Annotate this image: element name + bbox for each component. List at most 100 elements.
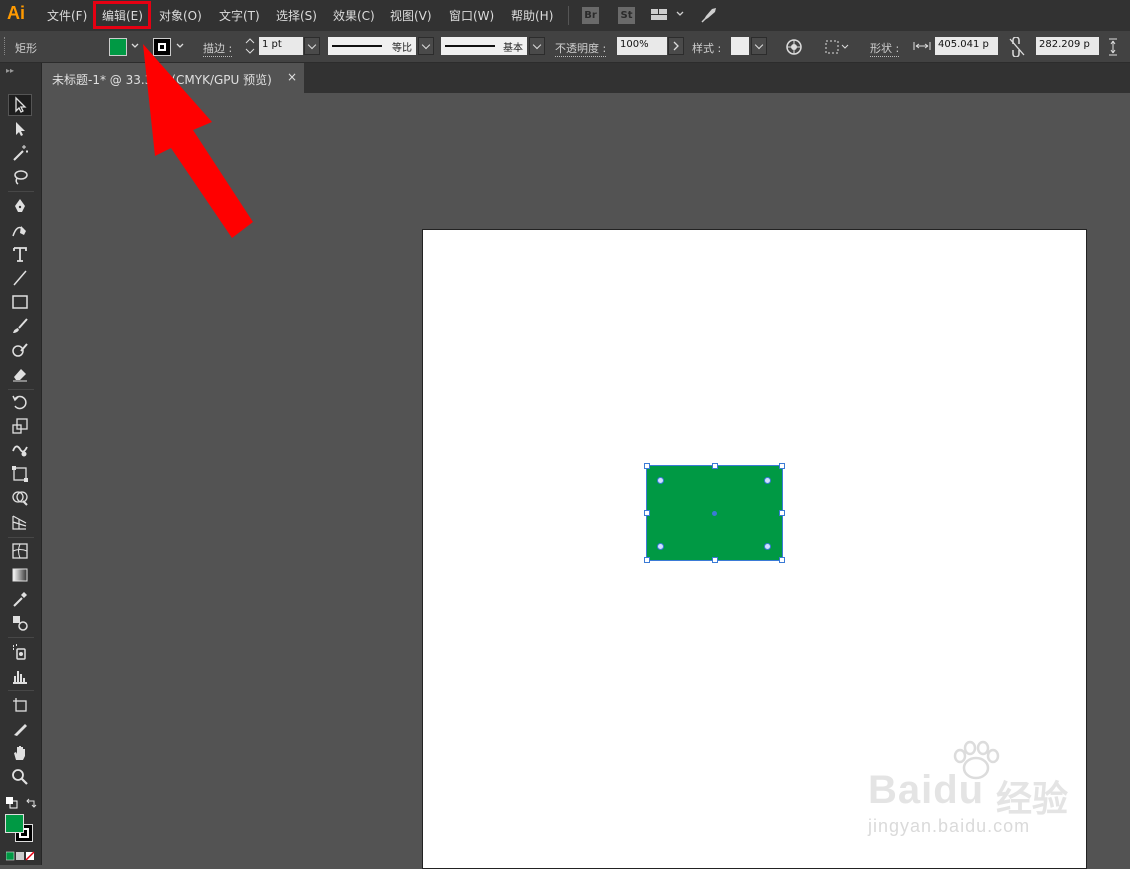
document-tab-title: 未标题-1* @ 33.3 % (CMYK/GPU 预览)	[52, 73, 272, 87]
rotate-tool-icon[interactable]	[8, 391, 32, 413]
stroke-label[interactable]: 描边 :	[203, 40, 233, 57]
tools-panel: ▸▸	[0, 63, 42, 865]
eyedropper-icon[interactable]	[8, 588, 32, 610]
bridge-button[interactable]: Br	[582, 7, 599, 24]
warp-tool-icon[interactable]	[8, 439, 32, 461]
workspace-layout-icon[interactable]	[651, 8, 685, 25]
document-tab[interactable]: 未标题-1* @ 33.3 % (CMYK/GPU 预览) ×	[42, 63, 304, 93]
shaper-tool-icon[interactable]	[8, 339, 32, 361]
selection-handle-right[interactable]	[779, 510, 785, 516]
control-bar: 矩形 描边 : 1 pt 等比 基本 不透明度 : 100% 样式 : 形状 :…	[0, 31, 1130, 63]
selection-handle-top-right[interactable]	[779, 463, 785, 469]
color-mode-buttons[interactable]	[5, 850, 36, 864]
profile-dropdown[interactable]	[418, 37, 434, 55]
menu-bar: Ai 文件(F) 编辑(E) 对象(O) 文字(T) 选择(S) 效果(C) 视…	[0, 0, 1130, 31]
height-input[interactable]: 282.209 p	[1036, 37, 1099, 55]
corner-widget-top-right[interactable]	[764, 477, 771, 484]
control-grip	[4, 37, 7, 55]
document-tab-bar: 未标题-1* @ 33.3 % (CMYK/GPU 预览) ×	[42, 63, 1130, 93]
center-point	[712, 511, 717, 516]
selection-handle-left[interactable]	[644, 510, 650, 516]
fill-color-box[interactable]	[5, 814, 24, 833]
menu-window[interactable]: 窗口(W)	[449, 7, 494, 24]
line-tool-icon[interactable]	[8, 267, 32, 289]
variable-width-profile[interactable]: 等比	[328, 37, 416, 55]
swap-fill-stroke-icon[interactable]	[25, 797, 37, 812]
brush-label: 基本	[503, 43, 523, 54]
menu-separator	[568, 6, 569, 25]
free-transform-icon[interactable]	[8, 463, 32, 485]
direct-selection-tool-icon[interactable]	[8, 118, 32, 140]
brush-dropdown[interactable]	[529, 37, 545, 55]
scale-tool-icon[interactable]	[8, 415, 32, 437]
slice-tool-icon[interactable]	[8, 718, 32, 740]
selection-handle-top[interactable]	[712, 463, 718, 469]
default-fill-stroke-icon[interactable]	[6, 797, 18, 812]
opacity-arrow-button[interactable]	[668, 37, 684, 55]
hand-tool-icon[interactable]	[8, 742, 32, 764]
corner-widget-top-left[interactable]	[657, 477, 664, 484]
graphic-style-swatch[interactable]	[731, 37, 749, 55]
stroke-dropdown-chevron-icon[interactable]	[175, 40, 185, 54]
watermark-cn: 经验	[996, 779, 1069, 820]
curvature-tool-icon[interactable]	[8, 219, 32, 241]
panel-collapse-icon[interactable]: ▸▸	[6, 66, 14, 75]
height-icon	[1107, 38, 1119, 59]
opacity-label[interactable]: 不透明度 :	[555, 40, 607, 57]
selection-handle-bottom[interactable]	[712, 557, 718, 563]
menu-select[interactable]: 选择(S)	[276, 7, 317, 24]
shape-builder-icon[interactable]	[8, 487, 32, 509]
selection-handle-bottom-right[interactable]	[779, 557, 785, 563]
blend-tool-icon[interactable]	[8, 612, 32, 634]
rocket-icon[interactable]	[700, 6, 718, 27]
menu-object[interactable]: 对象(O)	[159, 7, 202, 24]
eraser-icon[interactable]	[8, 363, 32, 385]
menu-file[interactable]: 文件(F)	[47, 7, 87, 24]
zoom-tool-icon[interactable]	[8, 766, 32, 788]
pen-tool-icon[interactable]	[8, 195, 32, 217]
menu-view[interactable]: 视图(V)	[390, 7, 432, 24]
corner-widget-bottom-left[interactable]	[657, 543, 664, 550]
gradient-tool-icon[interactable]	[8, 564, 32, 586]
corner-widget-bottom-right[interactable]	[764, 543, 771, 550]
brush-definition[interactable]: 基本	[441, 37, 527, 55]
watermark-brand: Baidu	[868, 768, 985, 812]
selection-handle-bottom-left[interactable]	[644, 557, 650, 563]
stroke-stepper-icon[interactable]	[244, 37, 256, 58]
mesh-tool-icon[interactable]	[8, 540, 32, 562]
perspective-grid-icon[interactable]	[8, 511, 32, 533]
menu-help[interactable]: 帮助(H)	[511, 7, 553, 24]
symbol-sprayer-icon[interactable]	[8, 641, 32, 663]
width-icon	[913, 40, 931, 55]
watermark-url: jingyan.baidu.com	[868, 816, 1031, 836]
menu-effect[interactable]: 效果(C)	[333, 7, 375, 24]
app-logo: Ai	[7, 3, 25, 23]
style-label: 样式 :	[692, 42, 722, 55]
stroke-weight-dropdown[interactable]	[304, 37, 320, 55]
style-dropdown[interactable]	[751, 37, 767, 55]
paintbrush-icon[interactable]	[8, 315, 32, 337]
menu-edit-highlight-box	[93, 1, 151, 29]
menu-type[interactable]: 文字(T)	[219, 7, 260, 24]
type-tool-icon[interactable]	[8, 243, 32, 265]
magic-wand-icon[interactable]	[8, 142, 32, 164]
selection-tool-icon[interactable]	[8, 94, 32, 116]
column-graph-icon[interactable]	[8, 665, 32, 687]
recolor-artwork-icon[interactable]	[785, 38, 803, 59]
stroke-swatch[interactable]	[153, 38, 171, 56]
fill-swatch[interactable]	[109, 38, 127, 56]
lasso-icon[interactable]	[8, 166, 32, 188]
width-input[interactable]: 405.041 p	[935, 37, 998, 55]
stock-button[interactable]: St	[618, 7, 635, 24]
close-tab-icon[interactable]: ×	[287, 70, 297, 84]
constrain-proportions-link-icon[interactable]	[1008, 36, 1026, 60]
align-selection-icon[interactable]	[825, 39, 851, 58]
object-type-label: 矩形	[15, 42, 37, 55]
fill-dropdown-chevron-icon[interactable]	[130, 40, 140, 54]
shape-label[interactable]: 形状 :	[870, 40, 900, 57]
stroke-weight-input[interactable]: 1 pt	[259, 37, 303, 55]
selection-handle-top-left[interactable]	[644, 463, 650, 469]
rectangle-tool-icon[interactable]	[8, 291, 32, 313]
artboard-tool-icon[interactable]	[8, 694, 32, 716]
opacity-input[interactable]: 100%	[617, 37, 667, 55]
